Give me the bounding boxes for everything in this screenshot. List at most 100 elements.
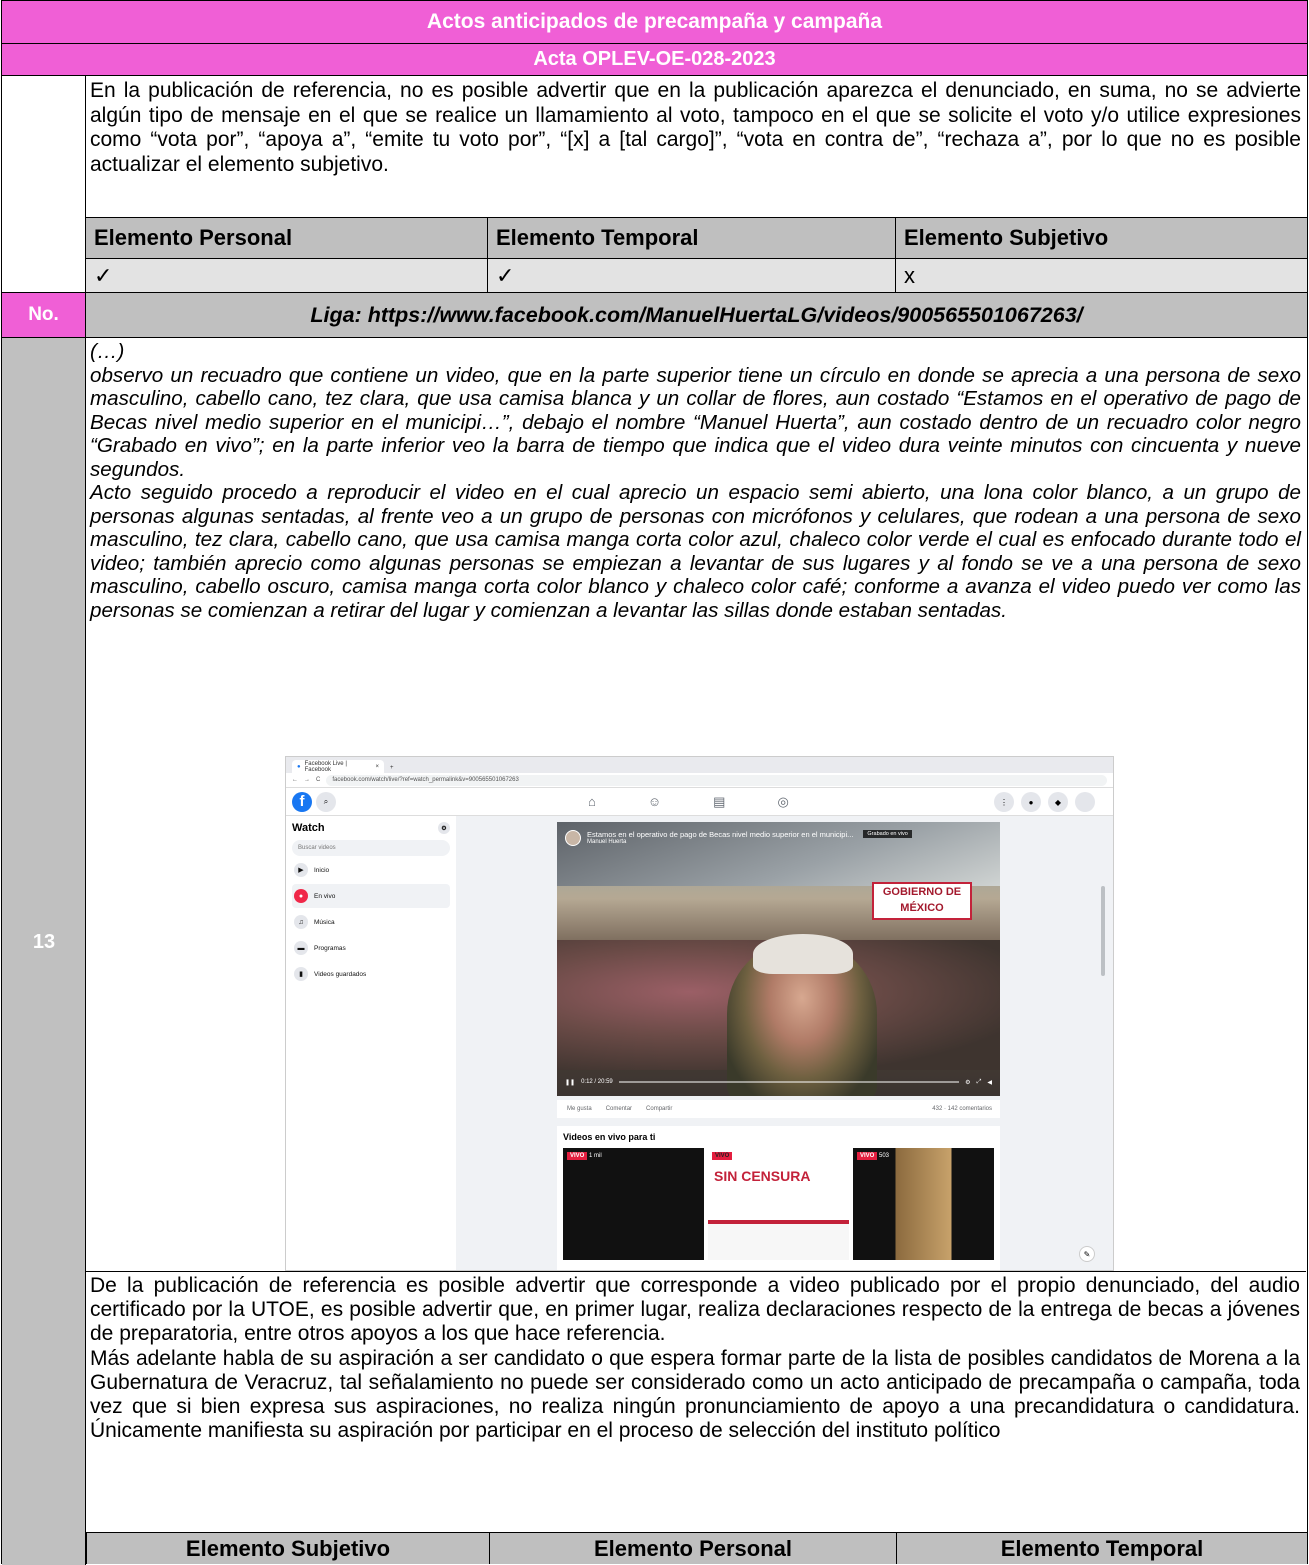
live-badge: VIVO bbox=[712, 1152, 733, 1160]
video-banner: GOBIERNO DE MÉXICO bbox=[872, 882, 972, 920]
video-player: GOBIERNO DE MÉXICO Estamos en el operati… bbox=[557, 822, 1000, 1096]
live-badge: VIVO bbox=[857, 1152, 878, 1160]
video-header: Estamos en el operativo de pago de Becas… bbox=[565, 830, 992, 854]
header-elemento-subjetivo: Elemento Subjetivo bbox=[904, 225, 1109, 250]
shows-icon: ▬ bbox=[294, 941, 308, 955]
watch-title: Watch bbox=[292, 822, 325, 834]
sin-censura-lower-third bbox=[708, 1220, 849, 1260]
facebook-topbar: f ⌕ ⌂ ☺ ▤ ◎ ⋮ ● ◆ bbox=[286, 788, 1113, 816]
notifications-icon: ◆ bbox=[1048, 792, 1068, 812]
no-header-cell: No. bbox=[2, 293, 86, 337]
header-elemento-personal: Elemento Personal bbox=[86, 218, 488, 258]
entry-elements-header: Elemento Subjetivo Elemento Personal Ele… bbox=[86, 1532, 1308, 1564]
video-progress-bar: ❚❚ 0:12 / 20:59 ⚙ ⤢ ◀ bbox=[565, 1078, 992, 1086]
video-link[interactable]: Liga: https://www.facebook.com/ManuelHue… bbox=[310, 303, 1082, 327]
sin-censura-logo: SIN CENSURA bbox=[714, 1168, 811, 1184]
nav-icons: ⌂ ☺ ▤ ◎ bbox=[588, 794, 789, 810]
scrollbar bbox=[1101, 886, 1105, 976]
pause-icon: ❚❚ bbox=[565, 1079, 576, 1086]
sidebar-item-label: En vivo bbox=[314, 892, 336, 900]
friends-icon: ☺ bbox=[647, 794, 662, 809]
address-bar: ← → C facebook.com/watch/live/?ref=watch… bbox=[286, 773, 1113, 788]
recommendations-title: Videos en vivo para ti bbox=[563, 1132, 656, 1142]
video-time: 0:12 / 20:59 bbox=[581, 1079, 613, 1085]
volume-icon: ◀ bbox=[987, 1079, 992, 1086]
acta-text: Acta OPLEV-OE-028-2023 bbox=[533, 48, 776, 70]
recommendation-thumbs: VIVO 1 mil VIVO SIN CENSURA VIVO 503 bbox=[563, 1148, 994, 1260]
header-elemento-temporal: Elemento Temporal bbox=[488, 218, 896, 258]
search-videos-placeholder: Buscar videos bbox=[298, 845, 336, 851]
video-title-block: Estamos en el operativo de pago de Becas… bbox=[587, 830, 853, 845]
video-speaker-hair bbox=[753, 934, 853, 974]
thumbnail: VIVO 1 mil bbox=[563, 1148, 704, 1260]
sidebar-item-label: Programas bbox=[314, 944, 346, 952]
share-action: Compartir bbox=[646, 1106, 673, 1112]
facebook-logo-icon: f bbox=[292, 791, 312, 812]
document-page: Actos anticipados de precampaña y campañ… bbox=[0, 0, 1309, 1565]
link-row: No. Liga: https://www.facebook.com/Manue… bbox=[1, 292, 1308, 338]
entry-number-cell: 13 bbox=[2, 338, 86, 1565]
first-block-elements-header: Elemento Personal Elemento Temporal Elem… bbox=[86, 217, 1307, 258]
forward-icon: → bbox=[304, 777, 310, 783]
live-recommendations: Videos en vivo para ti VIVO 1 mil VIVO S… bbox=[557, 1126, 1000, 1270]
table-title: Actos anticipados de precampaña y campañ… bbox=[1, 0, 1308, 44]
first-block-content: En la publicación de referencia, no es p… bbox=[86, 76, 1307, 292]
first-block-number-cell bbox=[2, 76, 86, 292]
value-elemento-temporal: ✓ bbox=[488, 259, 896, 292]
first-block: En la publicación de referencia, no es p… bbox=[1, 75, 1308, 293]
comment-action: Comentar bbox=[605, 1106, 633, 1112]
thumbnail: VIVO 503 bbox=[853, 1148, 994, 1260]
banner-text: GOBIERNO DE MÉXICO bbox=[882, 886, 962, 914]
facebook-favicon-icon: ● bbox=[297, 763, 301, 770]
menu-icon: ⋮ bbox=[994, 792, 1014, 812]
back-icon: ← bbox=[292, 777, 298, 783]
watch-sidebar: Watch ⚙ Buscar videos ▶ Inicio ● En vivo… bbox=[286, 816, 456, 1270]
analysis-paragraph-1: De la publicación de referencia es posib… bbox=[90, 1274, 1300, 1346]
view-count: 1 mil bbox=[589, 1153, 602, 1159]
sidebar-item-inicio: ▶ Inicio bbox=[292, 858, 450, 882]
sidebar-item-label: Música bbox=[314, 918, 335, 926]
close-tab-icon: × bbox=[375, 763, 379, 770]
author-avatar bbox=[565, 830, 581, 846]
gaming-icon: ◎ bbox=[777, 794, 789, 809]
sidebar-item-videos-guardados: ▮ Videos guardados bbox=[292, 962, 450, 986]
tab-title: Facebook Live | Facebook bbox=[304, 760, 347, 773]
header-elemento-temporal-2: Elemento Temporal bbox=[1000, 1535, 1204, 1561]
search-videos-input: Buscar videos bbox=[292, 840, 450, 856]
first-block-analysis: En la publicación de referencia, no es p… bbox=[90, 79, 1301, 176]
title-text: Actos anticipados de precampaña y campañ… bbox=[426, 10, 883, 33]
view-count: 503 bbox=[879, 1153, 890, 1159]
entry-description: (…) observo un recuadro que contiene un … bbox=[86, 338, 1307, 622]
account-icons: ⋮ ● ◆ bbox=[990, 792, 1095, 812]
description-paragraph-1: observo un recuadro que contiene un vide… bbox=[90, 363, 1301, 481]
value-elemento-personal: ✓ bbox=[86, 259, 488, 292]
settings-gear-icon: ⚙ bbox=[965, 1079, 971, 1086]
search-icon: ⌕ bbox=[316, 791, 336, 812]
music-icon: ♫ bbox=[294, 915, 308, 929]
url-field: facebook.com/watch/live/?ref=watch_perma… bbox=[326, 774, 1107, 786]
sidebar-item-label: Videos guardados bbox=[314, 970, 367, 978]
acta-row: Acta OPLEV-OE-028-2023 bbox=[1, 43, 1308, 76]
sidebar-item-en-vivo: ● En vivo bbox=[292, 884, 450, 908]
link-cell: Liga: https://www.facebook.com/ManuelHue… bbox=[86, 293, 1307, 337]
value-elemento-subjetivo: x bbox=[904, 262, 915, 288]
marketplace-icon: ▤ bbox=[713, 794, 726, 809]
home-icon: ⌂ bbox=[588, 794, 596, 809]
messenger-icon: ● bbox=[1021, 792, 1041, 812]
browser-tab: ● Facebook Live | Facebook × bbox=[292, 760, 384, 773]
browser-tabbar: ● Facebook Live | Facebook × + bbox=[286, 757, 1113, 773]
header-elemento-personal-2: Elemento Personal bbox=[490, 1533, 897, 1564]
like-action: Me gusta bbox=[567, 1106, 592, 1112]
sidebar-item-musica: ♫ Música bbox=[292, 910, 450, 934]
ellipsis: (…) bbox=[90, 340, 125, 363]
play-icon: ▶ bbox=[294, 863, 308, 877]
video-actions: Me gusta Comentar Compartir 432 · 142 co… bbox=[557, 1100, 1000, 1118]
new-tab-icon: + bbox=[390, 765, 394, 771]
live-recorded-badge: Grabado en vivo bbox=[863, 830, 912, 838]
avatar bbox=[1075, 792, 1095, 812]
description-paragraph-2: Acto seguido procedo a reproducir el vid… bbox=[90, 481, 1301, 622]
no-label: No. bbox=[28, 304, 59, 325]
sidebar-title: Watch ⚙ bbox=[292, 822, 450, 834]
sidebar-item-label: Inicio bbox=[314, 866, 330, 874]
header-elemento-subjetivo-2: Elemento Subjetivo bbox=[87, 1533, 490, 1564]
